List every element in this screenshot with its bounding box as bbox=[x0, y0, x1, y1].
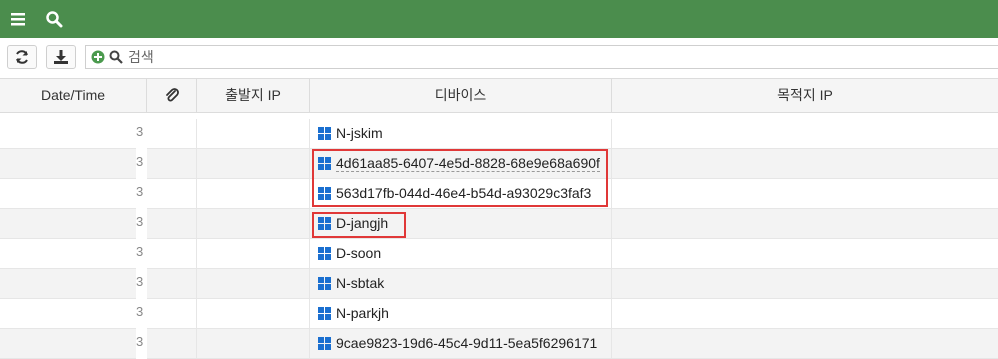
datetime-cell: 3 bbox=[0, 269, 147, 299]
paperclip-icon bbox=[165, 88, 179, 102]
datetime-cell: 3 bbox=[0, 149, 147, 179]
refresh-icon bbox=[16, 50, 28, 64]
datetime-text: 3 bbox=[136, 244, 144, 259]
device-name[interactable]: D-soon bbox=[336, 245, 381, 261]
download-icon bbox=[54, 50, 68, 64]
attachment-cell bbox=[147, 149, 197, 179]
column-header-device[interactable]: 디바이스 bbox=[310, 79, 612, 112]
source-ip-cell bbox=[197, 299, 310, 329]
attachment-cell bbox=[147, 179, 197, 209]
datetime-text: 3 bbox=[136, 124, 144, 139]
table-header: Date/Time 출발지 IP 디바이스 목적지 IP bbox=[0, 78, 998, 113]
datetime-cell-edge: 3 bbox=[136, 209, 147, 239]
attachment-cell bbox=[147, 299, 197, 329]
destination-ip-cell bbox=[612, 119, 998, 149]
device-cell[interactable]: N-parkjh bbox=[310, 299, 612, 329]
datetime-cell: 3 bbox=[0, 299, 147, 329]
windows-icon bbox=[318, 247, 332, 261]
windows-icon bbox=[318, 277, 332, 291]
windows-icon bbox=[318, 127, 332, 141]
attachment-cell bbox=[147, 269, 197, 299]
top-nav-bar bbox=[0, 0, 998, 38]
table-row[interactable]: 3 9cae9823-19d6-45c4-9d11-5ea5f6296171 bbox=[0, 329, 998, 359]
windows-icon bbox=[318, 307, 332, 321]
table-row[interactable]: 3 D-jangjh bbox=[0, 209, 998, 239]
attachment-cell bbox=[147, 239, 197, 269]
datetime-cell-edge: 3 bbox=[136, 149, 147, 179]
datetime-text: 3 bbox=[136, 304, 144, 319]
column-header-destination-ip[interactable]: 목적지 IP bbox=[612, 79, 998, 112]
highlight-box bbox=[312, 212, 406, 238]
device-cell[interactable]: N-jskim bbox=[310, 119, 612, 149]
search-icon bbox=[109, 50, 123, 64]
attachment-cell bbox=[147, 119, 197, 149]
table-row[interactable]: 3 D-soon bbox=[0, 239, 998, 269]
source-ip-cell bbox=[197, 239, 310, 269]
column-header-source-ip[interactable]: 출발지 IP bbox=[197, 79, 310, 112]
table-row[interactable]: 3 N-jskim bbox=[0, 119, 998, 149]
menu-icon[interactable] bbox=[9, 10, 27, 28]
datetime-cell-edge: 3 bbox=[136, 299, 147, 329]
destination-ip-cell bbox=[612, 329, 998, 359]
datetime-cell-edge: 3 bbox=[136, 179, 147, 209]
source-ip-cell bbox=[197, 149, 310, 179]
datetime-text: 3 bbox=[136, 184, 144, 199]
source-ip-cell bbox=[197, 329, 310, 359]
device-name[interactable]: N-jskim bbox=[336, 125, 383, 141]
datetime-cell-edge: 3 bbox=[136, 329, 147, 359]
datetime-text: 3 bbox=[136, 214, 144, 229]
windows-icon bbox=[318, 337, 332, 351]
column-header-attachment[interactable] bbox=[147, 79, 197, 112]
column-header-datetime[interactable]: Date/Time bbox=[0, 79, 147, 112]
datetime-text: 3 bbox=[136, 154, 144, 169]
destination-ip-cell bbox=[612, 299, 998, 329]
datetime-cell: 3 bbox=[0, 329, 147, 359]
datetime-cell: 3 bbox=[0, 179, 147, 209]
device-cell[interactable]: D-soon bbox=[310, 239, 612, 269]
datetime-cell: 3 bbox=[0, 119, 147, 149]
datetime-text: 3 bbox=[136, 274, 144, 289]
datetime-cell-edge: 3 bbox=[136, 239, 147, 269]
device-name[interactable]: 9cae9823-19d6-45c4-9d11-5ea5f6296171 bbox=[336, 335, 597, 351]
datetime-cell-edge: 3 bbox=[136, 119, 147, 149]
refresh-button[interactable] bbox=[7, 45, 37, 69]
source-ip-cell bbox=[197, 209, 310, 239]
source-ip-cell bbox=[197, 269, 310, 299]
add-filter-icon[interactable] bbox=[91, 50, 105, 64]
device-cell[interactable]: 9cae9823-19d6-45c4-9d11-5ea5f6296171 bbox=[310, 329, 612, 359]
device-name[interactable]: N-sbtak bbox=[336, 275, 384, 291]
datetime-cell: 3 bbox=[0, 209, 147, 239]
datetime-cell-edge: 3 bbox=[136, 269, 147, 299]
search-icon[interactable] bbox=[45, 10, 63, 28]
highlight-box bbox=[312, 149, 608, 207]
attachment-cell bbox=[147, 209, 197, 239]
toolbar bbox=[0, 38, 998, 78]
destination-ip-cell bbox=[612, 209, 998, 239]
search-input[interactable] bbox=[128, 47, 988, 67]
datetime-text: 3 bbox=[136, 334, 144, 349]
device-name[interactable]: N-parkjh bbox=[336, 305, 389, 321]
destination-ip-cell bbox=[612, 269, 998, 299]
source-ip-cell bbox=[197, 179, 310, 209]
table-row[interactable]: 3 N-sbtak bbox=[0, 269, 998, 299]
source-ip-cell bbox=[197, 119, 310, 149]
destination-ip-cell bbox=[612, 239, 998, 269]
search-bar[interactable] bbox=[85, 45, 998, 69]
table-row[interactable]: 3 N-parkjh bbox=[0, 299, 998, 329]
destination-ip-cell bbox=[612, 149, 998, 179]
destination-ip-cell bbox=[612, 179, 998, 209]
datetime-cell: 3 bbox=[0, 239, 147, 269]
attachment-cell bbox=[147, 329, 197, 359]
device-cell[interactable]: N-sbtak bbox=[310, 269, 612, 299]
download-button[interactable] bbox=[46, 45, 76, 69]
